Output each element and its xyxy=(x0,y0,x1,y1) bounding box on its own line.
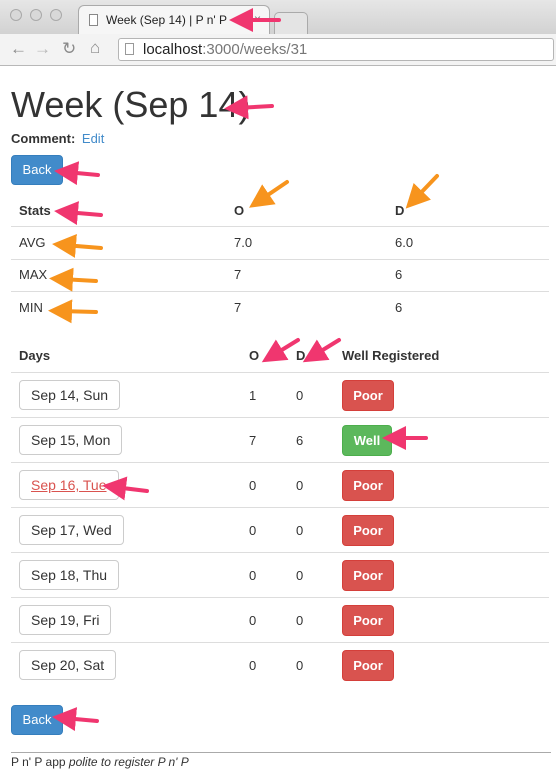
pink-arrow-back-top xyxy=(54,161,100,186)
orange-arrow-avg xyxy=(52,234,103,258)
pink-arrow-title xyxy=(224,95,274,120)
pink-arrow-current-day xyxy=(102,476,149,501)
pink-arrow-back-bottom xyxy=(52,707,99,732)
orange-arrow-stats-o xyxy=(249,180,289,208)
orange-arrow-stats-d xyxy=(405,174,439,209)
pink-arrow-days-d xyxy=(302,338,341,363)
annotation-arrows xyxy=(48,8,439,732)
pink-arrow-stats-header xyxy=(54,201,103,225)
orange-arrow-min xyxy=(48,299,98,324)
orange-arrow-max xyxy=(49,267,98,292)
pink-arrow-days-o xyxy=(261,338,300,363)
